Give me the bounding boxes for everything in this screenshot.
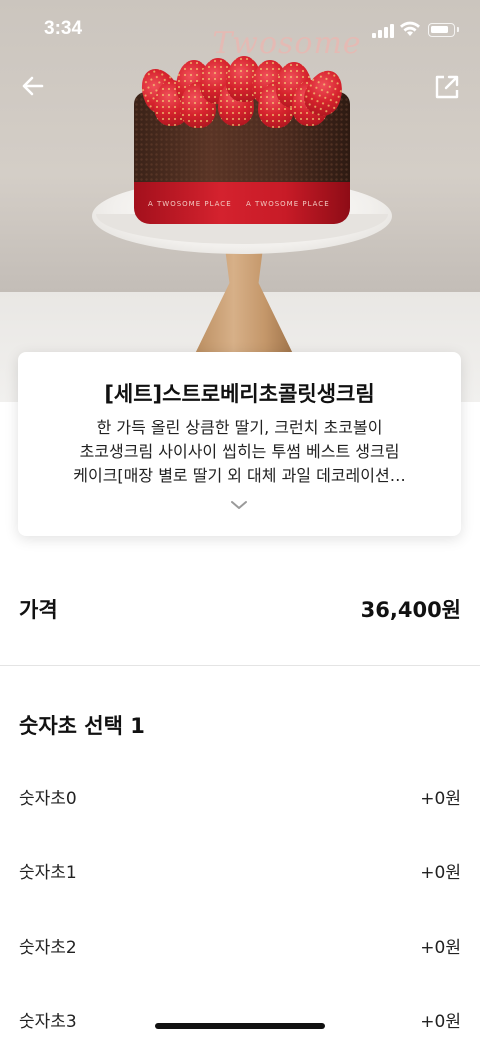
price-value: 36,400원 — [360, 598, 461, 622]
home-indicator[interactable] — [155, 1023, 325, 1029]
arrow-left-icon — [22, 76, 44, 96]
battery-icon — [428, 23, 459, 37]
option-name: 숫자초3 — [19, 1012, 77, 1032]
product-title: [세트]스트로베리초콜릿생크림 — [104, 382, 375, 406]
status-bar: 3:34 — [0, 0, 480, 60]
status-time: 3:34 — [44, 18, 83, 39]
product-description: 한 가득 올린 상큼한 딸기, 크런치 초코볼이 초코생크림 사이사이 씹히는 … — [38, 416, 441, 488]
product-image: Twosome A TWOSOME PLACE A TWOSOME PLACE — [0, 0, 480, 402]
option-price: +0원 — [420, 863, 461, 883]
description-line: 한 가득 올린 상큼한 딸기, 크런치 초코볼이 — [96, 418, 383, 437]
wifi-icon — [400, 21, 420, 36]
option-name: 숫자초2 — [19, 938, 77, 958]
option-item[interactable]: 숫자초2 +0원 — [0, 919, 480, 969]
option-price: +0원 — [420, 938, 461, 958]
product-info-card: [세트]스트로베리초콜릿생크림 한 가득 올린 상큼한 딸기, 크런치 초코볼이… — [18, 352, 461, 536]
option-price: +0원 — [420, 1012, 461, 1032]
back-button[interactable] — [16, 68, 52, 104]
description-line: 케이크[매장 별로 딸기 외 대체 과일 데코레이션… — [73, 466, 406, 485]
option-name: 숫자초0 — [19, 789, 77, 809]
share-external-icon — [435, 75, 459, 99]
ribbon-text: A TWOSOME PLACE — [246, 200, 330, 208]
option-item[interactable]: 숫자초1 +0원 — [0, 844, 480, 894]
cellular-signal-icon — [372, 24, 394, 38]
option-item[interactable]: 숫자초0 +0원 — [0, 770, 480, 820]
price-row: 가격 36,400원 — [0, 570, 480, 644]
divider — [0, 665, 480, 666]
share-button[interactable] — [430, 70, 464, 104]
ribbon-text: A TWOSOME PLACE — [148, 200, 232, 208]
chevron-down-icon[interactable] — [229, 498, 249, 512]
option-price: +0원 — [420, 789, 461, 809]
description-line: 초코생크림 사이사이 씹히는 투썸 베스트 생크림 — [79, 442, 400, 461]
option-name: 숫자초1 — [19, 863, 77, 883]
option-section-title: 숫자초 선택 1 — [19, 714, 145, 738]
option-item[interactable]: 숫자초3 +0원 — [0, 993, 480, 1039]
price-label: 가격 — [19, 598, 58, 622]
